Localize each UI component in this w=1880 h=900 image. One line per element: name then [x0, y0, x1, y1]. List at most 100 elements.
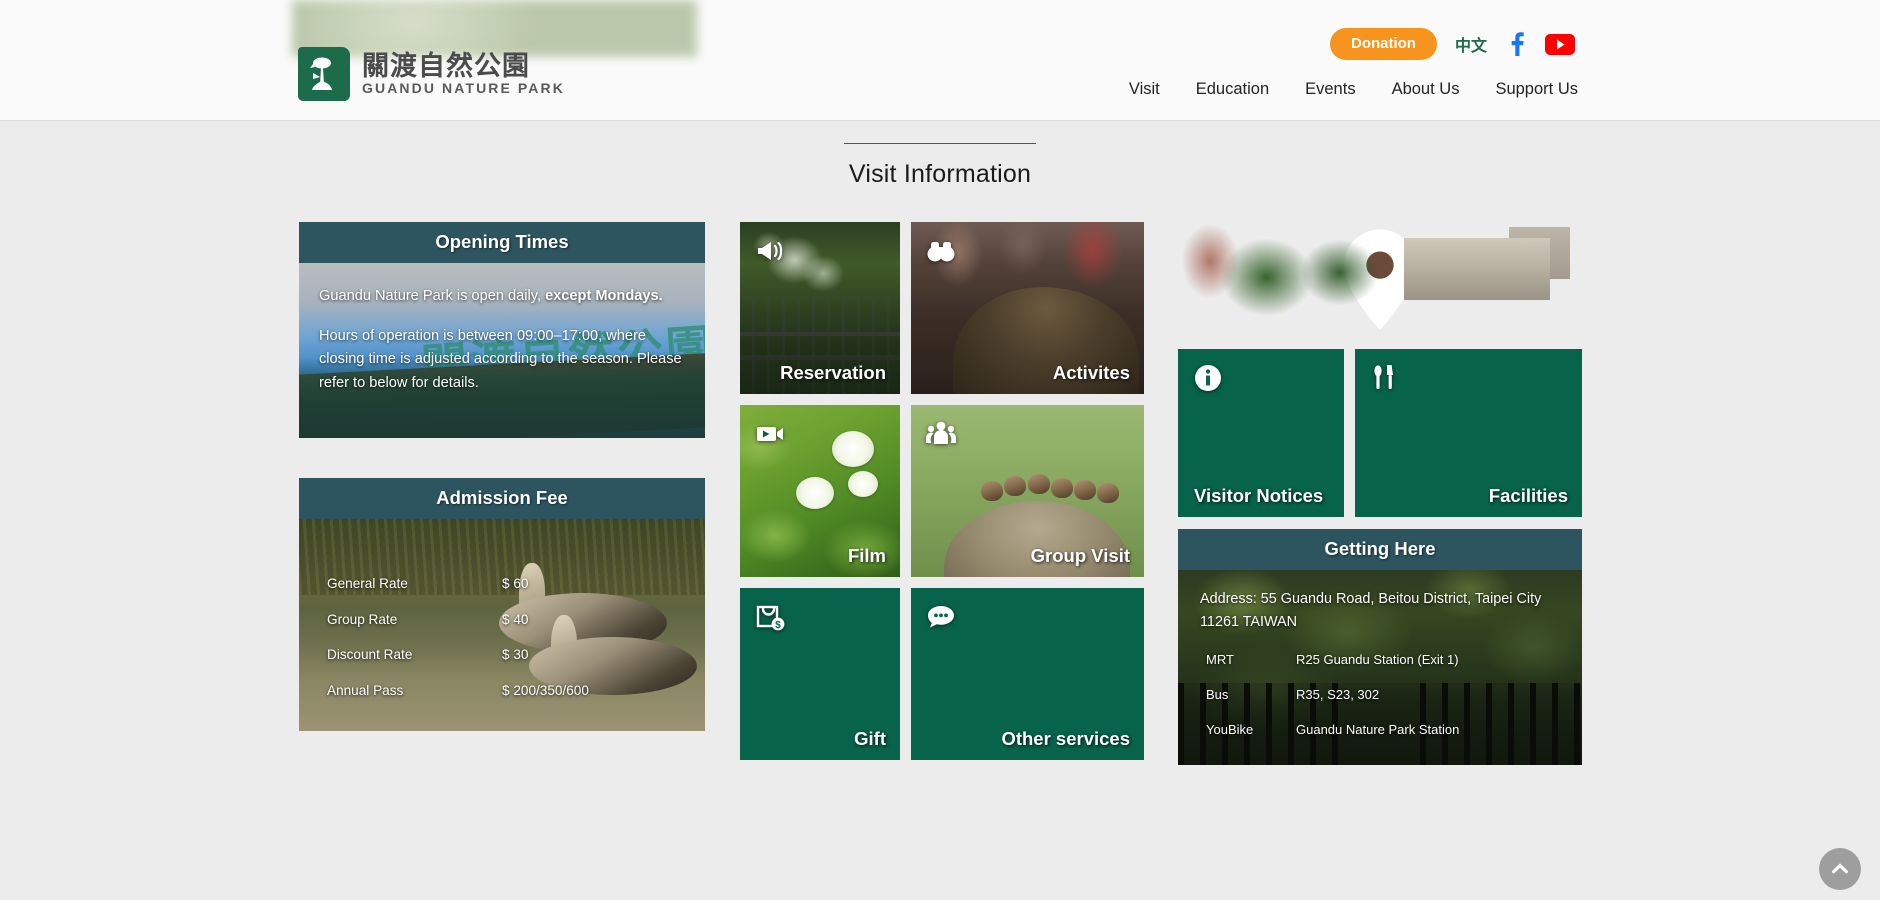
park-address: Address: 55 Guandu Road, Beitou District… — [1200, 591, 1542, 631]
fee-row: General Rate $ 60 — [327, 577, 705, 591]
transit-row: YouBike Guandu Nature Park Station — [1206, 723, 1582, 736]
svg-text:$: $ — [775, 620, 781, 631]
transit-row: Bus R35, S23, 302 — [1206, 688, 1582, 701]
sparrow-decoration — [1097, 483, 1120, 504]
fee-row: Discount Rate $ 30 — [327, 648, 705, 662]
transit-mode: YouBike — [1206, 721, 1254, 737]
title-divider — [844, 143, 1036, 144]
flower-decoration — [832, 431, 874, 467]
left-column: Opening Times 關渡自然公園 Guandu Nature Park … — [299, 222, 705, 731]
nav-item-support-us[interactable]: Support Us — [1495, 80, 1578, 99]
getting-here-card: Getting Here Address: 55 Guandu Road, Be… — [1178, 529, 1582, 765]
railing-decoration — [740, 355, 900, 360]
opening-para1-a: Guandu Nature Park is open daily, — [319, 288, 546, 304]
chevron-up-icon — [1832, 863, 1848, 874]
opening-times-title: Opening Times — [299, 222, 705, 263]
tile-facilities[interactable]: Facilities — [1355, 349, 1582, 517]
getting-here-body: Address: 55 Guandu Road, Beitou District… — [1178, 570, 1582, 765]
admission-fee-card: Admission Fee General Rate $ 60 Group Ra… — [299, 478, 705, 731]
tile-label: Other services — [1001, 728, 1130, 749]
language-switch-link[interactable]: 中文 — [1455, 32, 1487, 56]
tile-label: Visitor Notices — [1194, 485, 1324, 506]
opening-times-body: 關渡自然公園 Guandu Nature Park is open daily,… — [299, 263, 705, 438]
tile-label: Reservation — [780, 362, 886, 383]
nav-item-education[interactable]: Education — [1196, 80, 1269, 99]
nav-item-visit[interactable]: Visit — [1129, 80, 1160, 99]
transit-mode: Bus — [1206, 686, 1229, 702]
admission-fee-table: General Rate $ 60 Group Rate $ 40 Discou… — [299, 519, 705, 697]
transit-mode: MRT — [1206, 651, 1234, 667]
opening-para1-b: except Mondays. — [545, 288, 663, 304]
youtube-icon — [1545, 33, 1575, 55]
page-title: Visit Information — [848, 160, 1032, 188]
tile-visitor-notices[interactable]: Visitor Notices — [1178, 349, 1344, 517]
railing-decoration — [740, 332, 900, 336]
tile-gift[interactable]: $ Gift — [740, 588, 900, 760]
info-circle-icon — [1192, 362, 1224, 394]
sparrow-decoration — [980, 481, 1003, 502]
fee-label: Discount Rate — [327, 647, 413, 663]
sparrow-decoration — [1027, 474, 1050, 495]
admission-fee-title: Admission Fee — [299, 478, 705, 519]
gift-bag-dollar-icon: $ — [754, 601, 786, 633]
admission-fee-body: General Rate $ 60 Group Rate $ 40 Discou… — [299, 519, 705, 731]
right-tile-pair: Visitor Notices Facilities — [1178, 349, 1582, 517]
fee-value: $ 40 — [502, 611, 529, 627]
transit-table: MRT R25 Guandu Station (Exit 1) Bus R35,… — [1178, 635, 1582, 736]
transit-detail: R25 Guandu Station (Exit 1) — [1296, 651, 1459, 667]
binoculars-icon — [925, 235, 957, 267]
sparrow-decoration — [1074, 479, 1097, 500]
chat-bubble-icon — [925, 601, 957, 633]
tile-park-map[interactable]: Park Map & Floor Plans — [1178, 222, 1582, 337]
transit-detail: R35, S23, 302 — [1296, 686, 1380, 702]
cutlery-icon — [1369, 362, 1401, 394]
fee-value: $ 30 — [502, 647, 529, 663]
facebook-icon — [1511, 32, 1524, 56]
tile-activites[interactable]: Activites — [911, 222, 1144, 394]
middle-column: Reservation Activites Film Group Visit $… — [740, 222, 1144, 760]
people-group-icon — [925, 418, 957, 450]
site-logo[interactable]: 關渡自然公園 GUANDU NATURE PARK — [298, 47, 565, 101]
nav-item-events[interactable]: Events — [1305, 80, 1355, 99]
left-column-spacer — [299, 438, 705, 478]
fee-row: Group Rate $ 40 — [327, 611, 705, 627]
main-navigation: Visit Education Events About Us Support … — [1129, 80, 1578, 99]
transit-detail: Guandu Nature Park Station — [1296, 721, 1460, 737]
tile-label: Gift — [854, 728, 886, 749]
flower-decoration — [796, 477, 834, 509]
logo-english-name: GUANDU NATURE PARK — [362, 80, 565, 96]
nav-item-about-us[interactable]: About Us — [1392, 80, 1460, 99]
site-header: 關渡自然公園 GUANDU NATURE PARK Donation 中文 Vi… — [0, 0, 1880, 121]
fee-label: Group Rate — [327, 611, 398, 627]
service-tile-grid: Reservation Activites Film Group Visit $… — [740, 222, 1144, 760]
tile-film[interactable]: Film — [740, 405, 900, 577]
tile-group-visit[interactable]: Group Visit — [911, 405, 1144, 577]
bird-logo-icon — [298, 47, 350, 101]
tile-reservation[interactable]: Reservation — [740, 222, 900, 394]
sparrow-decoration — [1004, 476, 1027, 497]
flower-decoration — [848, 471, 878, 497]
bird-glyph — [310, 57, 332, 90]
scroll-to-top-button[interactable] — [1819, 848, 1861, 890]
building-decoration — [1404, 238, 1550, 301]
getting-here-title: Getting Here — [1178, 529, 1582, 570]
fee-row: Annual Pass $ 200/350/600 — [327, 684, 705, 698]
right-column: Park Map & Floor Plans Visitor Notices — [1178, 222, 1582, 765]
logo-chinese-name: 關渡自然公園 — [362, 51, 530, 82]
transit-row: MRT R25 Guandu Station (Exit 1) — [1206, 653, 1582, 666]
facebook-link[interactable] — [1505, 32, 1527, 56]
opening-times-card: Opening Times 關渡自然公園 Guandu Nature Park … — [299, 222, 705, 438]
fee-label: Annual Pass — [327, 682, 404, 698]
fee-label: General Rate — [327, 576, 408, 591]
tile-other-services[interactable]: Other services — [911, 588, 1144, 760]
tile-label: Film — [847, 545, 886, 566]
video-camera-icon — [754, 418, 786, 450]
tile-label: Group Visit — [1030, 545, 1130, 566]
tile-label: Activites — [1052, 362, 1130, 383]
youtube-link[interactable] — [1545, 33, 1575, 55]
page-title-block: Visit Information — [0, 143, 1880, 189]
donation-button[interactable]: Donation — [1329, 28, 1437, 60]
tile-label: Facilities — [1488, 485, 1568, 506]
megaphone-icon — [754, 235, 786, 267]
utility-bar: Donation 中文 — [1329, 28, 1575, 60]
